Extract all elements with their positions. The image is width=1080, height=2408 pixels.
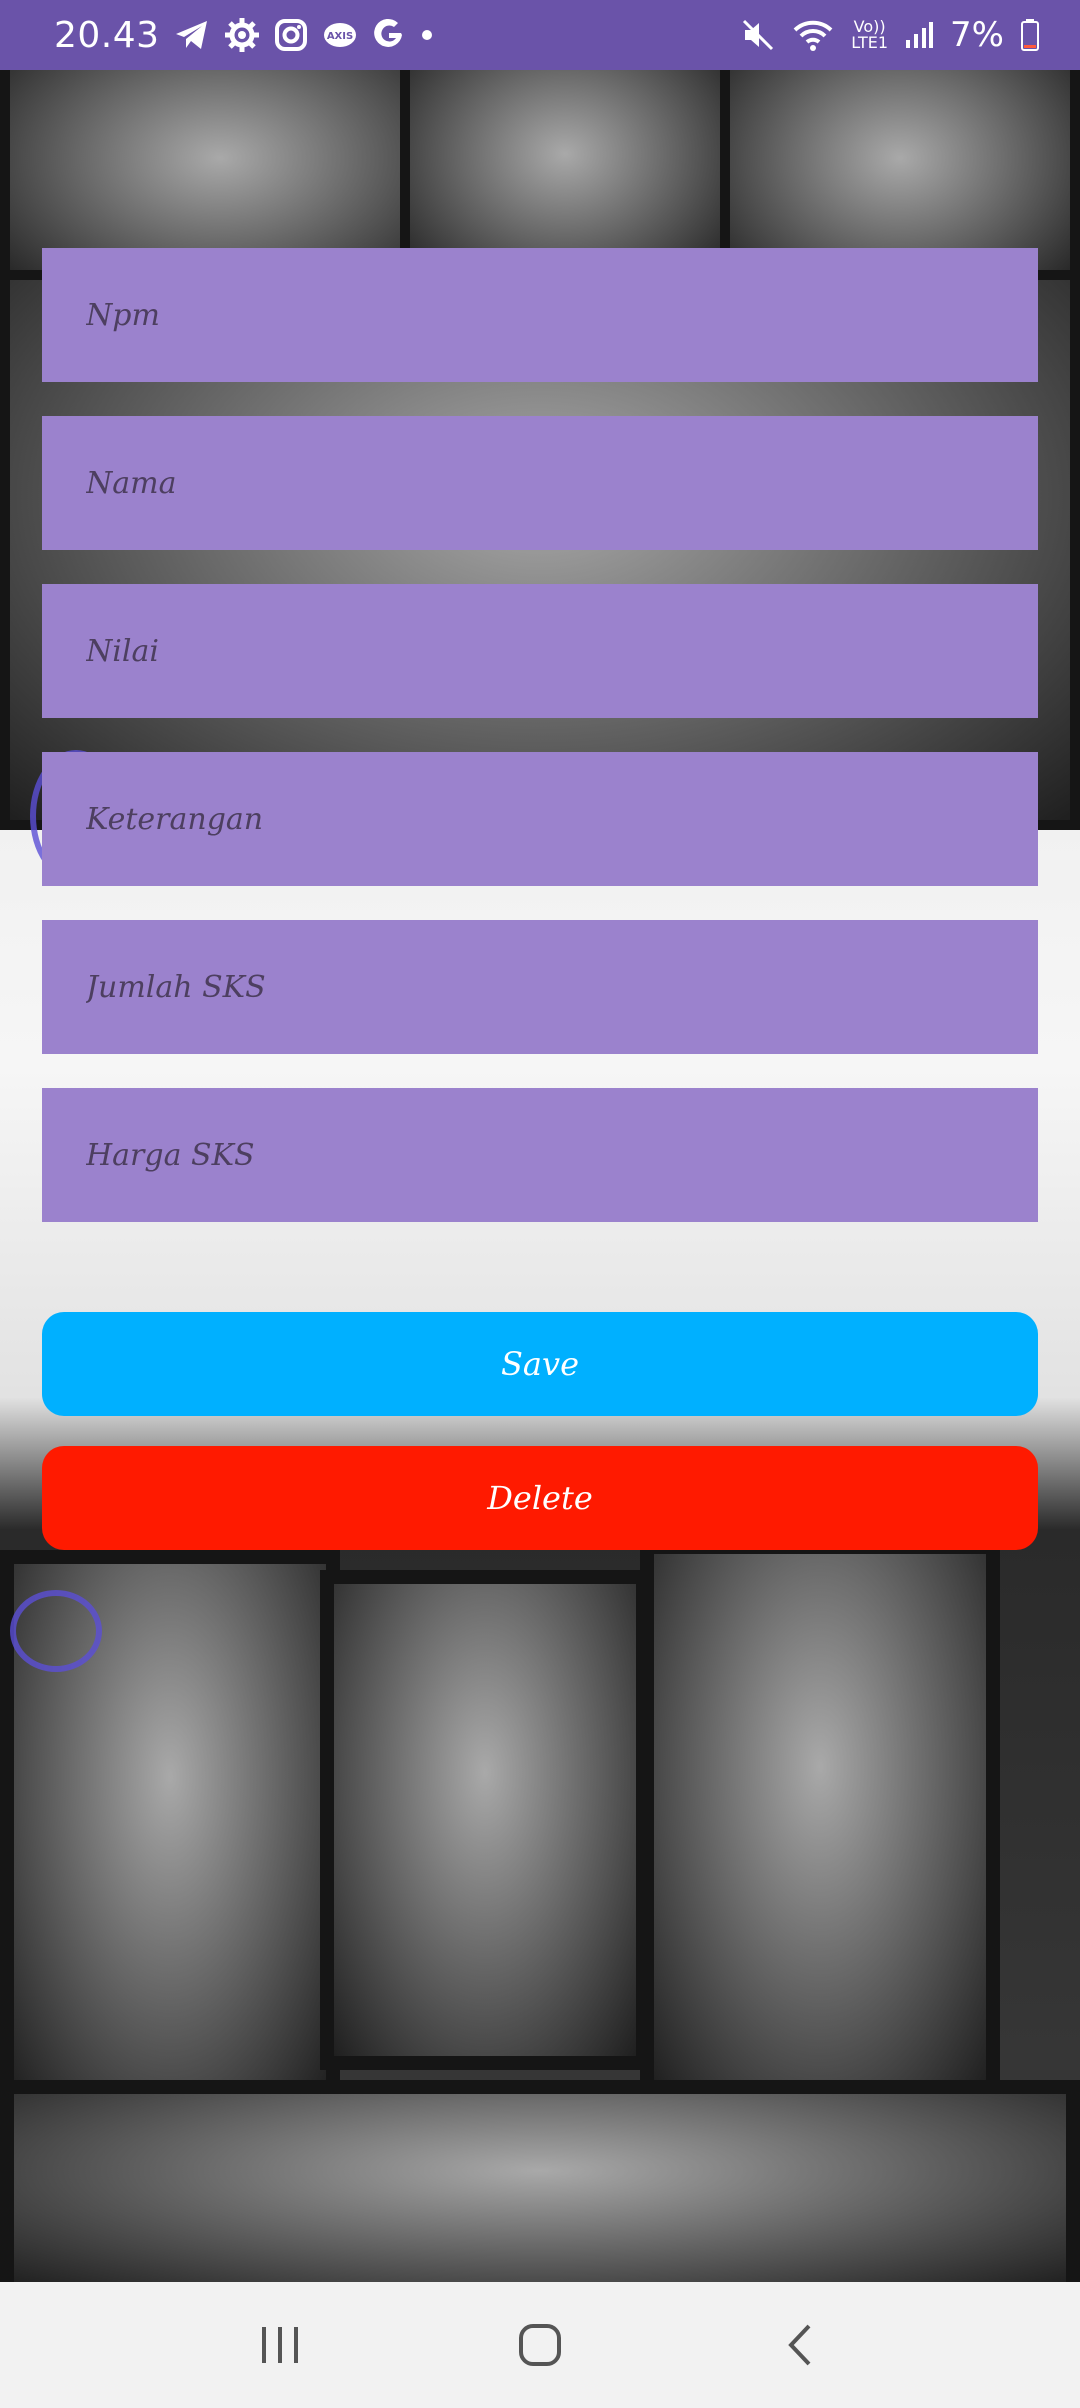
jumlah-sks-field[interactable] [42, 919, 1038, 1055]
google-icon [372, 18, 406, 52]
network-label: LTE1 [851, 33, 889, 52]
status-time: 20.43 [54, 14, 160, 56]
status-bar: 20.43 AXIS Vo)) LTE1 7% [0, 0, 1080, 70]
dot-icon [420, 28, 434, 42]
gear-icon [224, 17, 260, 53]
status-left: 20.43 AXIS [54, 15, 434, 56]
back-icon[interactable] [740, 2300, 860, 2390]
nilai-field[interactable] [42, 583, 1038, 719]
harga-sks-field[interactable] [42, 1087, 1038, 1223]
npm-input[interactable] [84, 247, 1038, 383]
nama-input[interactable] [84, 415, 1038, 551]
background-photo [0, 2080, 1080, 2282]
battery-percent: 7% [950, 15, 1004, 55]
mute-icon [741, 18, 775, 52]
battery-icon [1020, 18, 1040, 52]
nama-field[interactable] [42, 415, 1038, 551]
wifi-icon [791, 18, 835, 52]
axis-icon: AXIS [322, 20, 358, 50]
background-photo [320, 1570, 650, 2070]
signal-icon [904, 20, 934, 50]
harga-sks-input[interactable] [84, 1087, 1038, 1223]
background-doodle [10, 1590, 102, 1672]
navigation-bar [0, 2282, 1080, 2408]
save-button[interactable]: Save [42, 1312, 1038, 1416]
recent-apps-icon[interactable] [220, 2300, 340, 2390]
jumlah-sks-input[interactable] [84, 919, 1038, 1055]
nilai-input[interactable] [84, 583, 1038, 719]
telegram-icon [174, 19, 210, 51]
svg-text:AXIS: AXIS [326, 31, 352, 42]
keterangan-field[interactable] [42, 751, 1038, 887]
status-right: Vo)) LTE1 7% [741, 15, 1040, 55]
npm-field[interactable] [42, 247, 1038, 383]
volte-icon: Vo)) LTE1 [851, 19, 888, 51]
home-icon[interactable] [480, 2300, 600, 2390]
instagram-icon [274, 18, 308, 52]
background-photo [640, 1540, 1000, 2100]
keterangan-input[interactable] [84, 751, 1038, 887]
delete-button[interactable]: Delete [42, 1446, 1038, 1550]
